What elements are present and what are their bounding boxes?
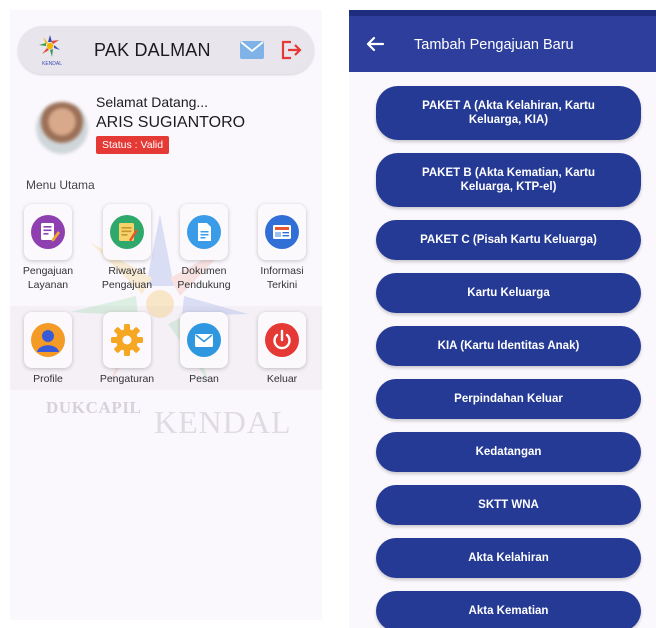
- menu-label: Pengaturan: [99, 373, 155, 385]
- app-title: PAK DALMAN: [94, 40, 211, 60]
- menu-label: Informasi Terkini: [260, 265, 304, 291]
- watermark-text-kendal: KENDAL: [154, 404, 292, 440]
- app-logo: KENDAL: [32, 33, 72, 67]
- perpindahan-keluar-button[interactable]: Perpindahan Keluar: [376, 379, 641, 419]
- menu-profile[interactable]: Profile: [12, 312, 82, 408]
- page-title: Tambah Pengajuan Baru: [414, 37, 574, 53]
- menu-tile[interactable]: [103, 204, 151, 260]
- home-screen: KENDAL PAK DALMAN Selamat Datang... ARIS…: [10, 10, 322, 620]
- menu-pengajuan-layanan[interactable]: Pengajuan Layanan: [12, 204, 82, 300]
- document-icon: [187, 215, 221, 249]
- user-name: ARIS SUGIANTORO: [96, 114, 246, 131]
- back-arrow-icon[interactable]: [365, 36, 385, 52]
- menu-keluar[interactable]: Keluar: [246, 312, 316, 408]
- menu-pesan[interactable]: Pesan: [168, 312, 238, 408]
- app-bar: Tambah Pengajuan Baru: [349, 10, 656, 72]
- paket-c-button[interactable]: PAKET C (Pisah Kartu Keluarga): [376, 220, 641, 260]
- akta-kelahiran-button[interactable]: Akta Kelahiran: [376, 538, 641, 578]
- menu-label: Keluar: [266, 373, 298, 385]
- logo-caption: KENDAL: [42, 61, 62, 67]
- menu-label: Dokumen Pendukung: [177, 265, 231, 291]
- menu-pengaturan[interactable]: Pengaturan: [91, 312, 161, 408]
- new-request-screen: Tambah Pengajuan Baru PAKET A (Akta Kela…: [349, 10, 656, 628]
- menu-riwayat-pengajuan[interactable]: Riwayat Pengajuan: [91, 204, 161, 300]
- mail-icon[interactable]: [240, 41, 264, 59]
- menu-tile[interactable]: [103, 312, 151, 368]
- request-type-list: PAKET A (Akta Kelahiran, Kartu Keluarga,…: [376, 86, 641, 628]
- avatar: [36, 102, 88, 154]
- menu-title: Menu Utama: [26, 178, 95, 192]
- menu-label: Pengajuan Layanan: [22, 265, 74, 291]
- kia-button[interactable]: KIA (Kartu Identitas Anak): [376, 326, 641, 366]
- menu-label: Profile: [33, 373, 63, 385]
- menu-tile[interactable]: [258, 204, 306, 260]
- status-badge: Status : Valid: [96, 136, 170, 154]
- menu-tile[interactable]: [180, 204, 228, 260]
- menu-label: Riwayat Pengajuan: [101, 265, 153, 291]
- akta-kematian-button[interactable]: Akta Kematian: [376, 591, 641, 628]
- news-icon: [265, 215, 299, 249]
- menu-tile[interactable]: [258, 312, 306, 368]
- mail-icon: [187, 323, 221, 357]
- status-bar: [349, 10, 656, 16]
- kedatangan-button[interactable]: Kedatangan: [376, 432, 641, 472]
- logout-icon[interactable]: [280, 39, 302, 61]
- menu-tile[interactable]: [24, 204, 72, 260]
- history-note-icon: [110, 215, 144, 249]
- welcome-greeting: Selamat Datang...: [96, 94, 209, 110]
- menu-tile[interactable]: [180, 312, 228, 368]
- sktt-wna-button[interactable]: SKTT WNA: [376, 485, 641, 525]
- power-icon: [265, 323, 299, 357]
- paket-b-button[interactable]: PAKET B (Akta Kematian, Kartu Keluarga, …: [376, 153, 641, 207]
- edit-document-icon: [31, 215, 65, 249]
- profile-icon: [31, 323, 65, 357]
- menu-label: Pesan: [189, 373, 219, 385]
- menu-tile[interactable]: [24, 312, 72, 368]
- menu-dokumen-pendukung[interactable]: Dokumen Pendukung: [168, 204, 238, 300]
- menu-informasi-terkini[interactable]: Informasi Terkini: [246, 204, 316, 300]
- app-header: KENDAL PAK DALMAN: [18, 26, 314, 74]
- settings-gear-icon: [111, 324, 143, 356]
- paket-a-button[interactable]: PAKET A (Akta Kelahiran, Kartu Keluarga,…: [376, 86, 641, 140]
- kartu-keluarga-button[interactable]: Kartu Keluarga: [376, 273, 641, 313]
